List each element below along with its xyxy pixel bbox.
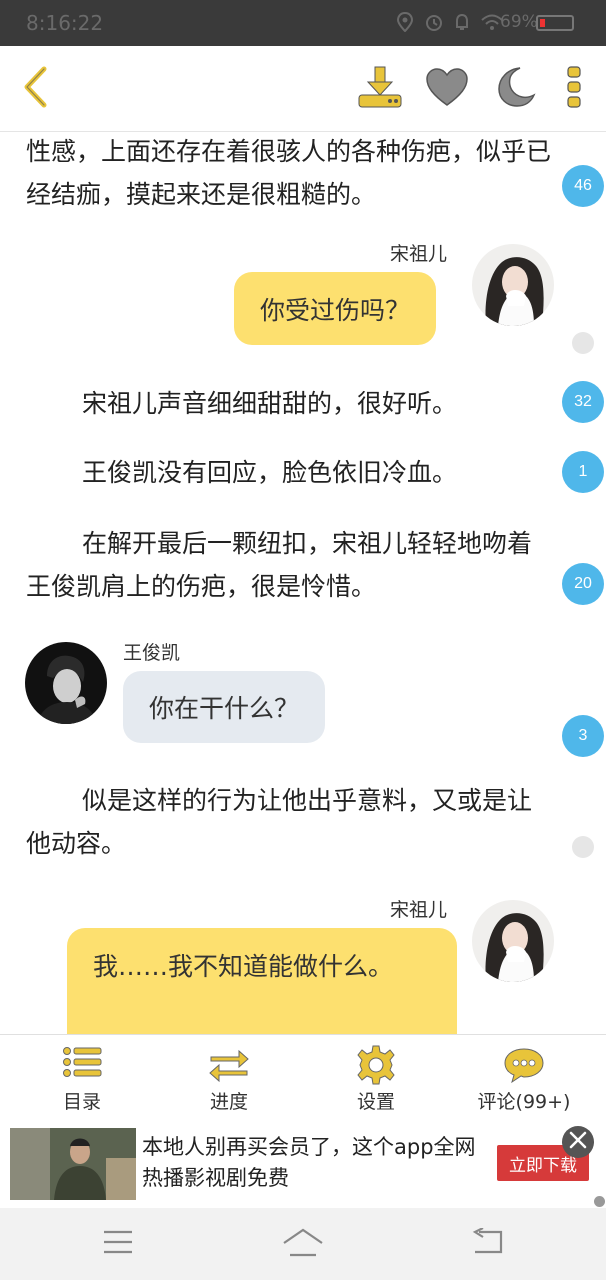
back-nav-button[interactable] — [458, 1222, 518, 1266]
bottom-nav: 目录 进度 设置 评论(99+) — [0, 1034, 606, 1120]
paragraph: 性感，上面还存在着很骇人的各种伤疤，似乎已经结痂，摸起来还是很粗糙的。 — [26, 137, 552, 209]
paragraph: 王俊凯没有回应，脸色依旧冷血。 — [82, 458, 458, 487]
home-button[interactable] — [273, 1222, 333, 1266]
chat-bubble: 你受过伤吗？ — [234, 272, 437, 345]
system-nav-bar — [0, 1208, 606, 1280]
nav-table-of-contents[interactable]: 目录 — [12, 1035, 152, 1121]
more-icon — [566, 65, 582, 113]
comment-count-badge[interactable]: 1 — [562, 451, 604, 493]
ad-image[interactable] — [10, 1128, 136, 1200]
nav-label: 进度 — [209, 1091, 248, 1113]
more-button[interactable] — [556, 46, 592, 132]
back-icon — [20, 65, 50, 113]
nav-settings[interactable]: 设置 — [306, 1035, 446, 1121]
status-bar: 8:16:22 69% — [0, 0, 606, 46]
battery-icon — [536, 15, 574, 31]
status-time: 8:16:22 — [26, 11, 104, 35]
ad-text[interactable]: 本地人别再买会员了，这个app全网热播影视剧免费 — [142, 1132, 482, 1194]
speaker-name: 宋祖儿 — [390, 899, 448, 921]
ad-close-button[interactable] — [562, 1126, 594, 1158]
nav-comments[interactable]: 评论(99+) — [454, 1035, 594, 1121]
list-icon — [62, 1045, 102, 1085]
chapter-content: 性感，上面还存在着很骇人的各种伤疤，似乎已经结痂，摸起来还是很粗糙的。 46 宋… — [0, 132, 606, 1034]
moon-icon — [494, 66, 536, 112]
ad-info-icon[interactable] — [594, 1196, 605, 1207]
paragraph: 在解开最后一颗纽扣，宋祖儿轻轻地吻着王俊凯肩上的伤疤，很是怜惜。 — [26, 529, 533, 601]
status-icons — [396, 11, 504, 36]
alarm-icon — [424, 12, 444, 36]
nav-label: 评论(99+) — [477, 1091, 571, 1113]
comment-count-badge[interactable]: 32 — [562, 381, 604, 423]
chat-bubble-icon — [504, 1045, 544, 1085]
menu-icon — [102, 1229, 134, 1259]
download-button[interactable] — [354, 46, 406, 132]
avatar[interactable] — [472, 244, 554, 326]
location-icon — [396, 11, 414, 36]
comment-badge-empty[interactable] — [572, 836, 594, 858]
bell-icon — [454, 12, 470, 36]
back-button[interactable] — [10, 46, 60, 132]
download-icon — [356, 65, 404, 113]
chat-bubble: 我……我不知道能做什么。 — [67, 928, 457, 1034]
paragraph: 似是这样的行为让他出乎意料，又或是让他动容。 — [26, 786, 533, 858]
reader-toolbar — [0, 46, 606, 132]
comment-count-badge[interactable]: 3 — [562, 715, 604, 757]
favorite-button[interactable] — [422, 46, 472, 132]
menu-button[interactable] — [88, 1222, 148, 1266]
speaker-name: 宋祖儿 — [390, 243, 448, 265]
progress-arrows-icon — [209, 1045, 249, 1085]
avatar[interactable] — [25, 642, 107, 724]
speaker-name: 王俊凯 — [123, 642, 181, 664]
nav-label: 目录 — [62, 1091, 101, 1113]
battery-percent: 69% — [500, 12, 538, 32]
avatar[interactable] — [472, 900, 554, 982]
return-icon — [471, 1227, 505, 1260]
night-mode-button[interactable] — [490, 46, 540, 132]
paragraph: 宋祖儿声音细细甜甜的，很好听。 — [82, 389, 458, 418]
heart-icon — [425, 67, 469, 111]
nav-progress[interactable]: 进度 — [159, 1035, 299, 1121]
comment-badge-empty[interactable] — [572, 332, 594, 354]
chat-bubble: 你在干什么？ — [123, 671, 326, 743]
nav-label: 设置 — [356, 1091, 395, 1113]
ad-banner[interactable]: 本地人别再买会员了，这个app全网热播影视剧免费 立即下载 — [0, 1120, 606, 1208]
close-icon — [569, 1130, 587, 1155]
gear-icon — [356, 1045, 396, 1085]
comment-count-badge[interactable]: 20 — [562, 563, 604, 605]
home-icon — [282, 1227, 324, 1261]
comment-count-badge[interactable]: 46 — [562, 165, 604, 207]
